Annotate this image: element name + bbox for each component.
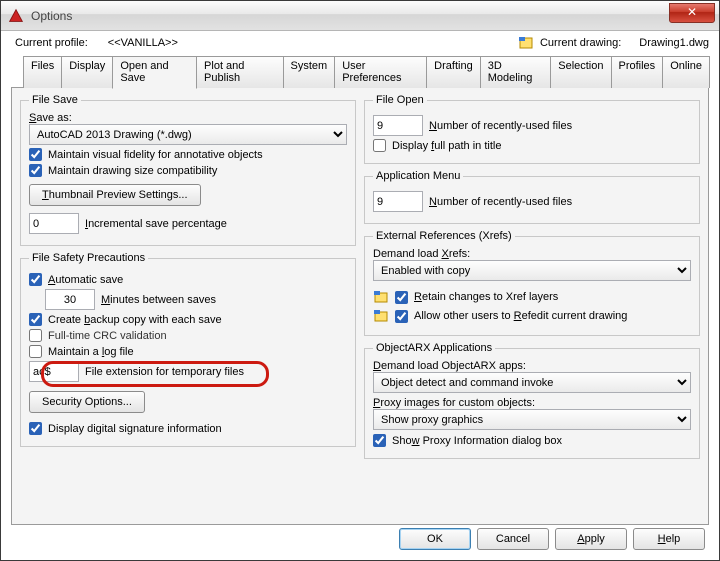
app-logo-icon (7, 7, 25, 25)
proxy-images-label: Proxy images for custom objects: (373, 397, 691, 409)
incremental-save-input[interactable] (29, 213, 79, 234)
current-profile-label: Current profile: (15, 37, 88, 49)
demand-load-xrefs-select[interactable]: Enabled with copy (373, 260, 691, 281)
demand-load-arx-select[interactable]: Object detect and command invoke (373, 372, 691, 393)
proxy-images-select[interactable]: Show proxy graphics (373, 409, 691, 430)
file-open-group: File Open Number of recently-used files … (364, 94, 700, 164)
layers-icon (373, 289, 389, 305)
external-references-legend: External References (Xrefs) (373, 230, 515, 242)
file-save-group: File Save Save as: AutoCAD 2013 Drawing … (20, 94, 356, 246)
display-digsig-label: Display digital signature information (48, 423, 222, 435)
profile-bar: Current profile: <<VANILLA>> Current dra… (1, 31, 719, 53)
thumbnail-preview-button[interactable]: Thumbnail Preview Settings... (29, 184, 201, 206)
incremental-save-label: Incremental save percentage (85, 218, 227, 230)
options-dialog: Options ✕ Current profile: <<VANILLA>> C… (0, 0, 720, 561)
drawing-icon (518, 35, 534, 51)
security-options-button[interactable]: Security Options... (29, 391, 145, 413)
close-button[interactable]: ✕ (669, 3, 715, 23)
tab-plot-and-publish[interactable]: Plot and Publish (196, 56, 283, 88)
maintain-visual-label: Maintain visual fidelity for annotative … (48, 149, 263, 161)
help-button[interactable]: Help (633, 528, 705, 550)
maintain-visual-checkbox[interactable] (29, 148, 42, 161)
show-proxy-dialog-label: Show Proxy Information dialog box (392, 435, 562, 447)
tab-strip: Files Display Open and Save Plot and Pub… (23, 56, 709, 88)
allow-refedit-label: Allow other users to Refedit current dra… (414, 310, 627, 322)
left-column: File Save Save as: AutoCAD 2013 Drawing … (20, 94, 356, 518)
automatic-save-checkbox[interactable] (29, 273, 42, 286)
dialog-buttons: OK Cancel Apply Help (399, 528, 705, 550)
save-as-select[interactable]: AutoCAD 2013 Drawing (*.dwg) (29, 124, 347, 145)
apply-button[interactable]: Apply (555, 528, 627, 550)
file-safety-group: File Safety Precautions Automatic save M… (20, 252, 356, 447)
objectarx-legend: ObjectARX Applications (373, 342, 495, 354)
tab-selection[interactable]: Selection (550, 56, 611, 88)
tab-user-preferences[interactable]: User Preferences (334, 56, 427, 88)
right-column: File Open Number of recently-used files … (364, 94, 700, 518)
temp-file-ext-input[interactable] (29, 361, 79, 382)
objectarx-group: ObjectARX Applications Demand load Objec… (364, 342, 700, 459)
retain-xref-layers-label: Retain changes to Xref layers (414, 291, 558, 303)
file-open-legend: File Open (373, 94, 427, 106)
ok-button[interactable]: OK (399, 528, 471, 550)
appmenu-recent-label: Number of recently-used files (429, 196, 572, 208)
retain-xref-layers-checkbox[interactable] (395, 291, 408, 304)
recent-files-input[interactable] (373, 115, 423, 136)
external-references-group: External References (Xrefs) Demand load … (364, 230, 700, 336)
tab-3d-modeling[interactable]: 3D Modeling (480, 56, 552, 88)
crc-validation-checkbox[interactable] (29, 329, 42, 342)
crc-validation-label: Full-time CRC validation (48, 330, 167, 342)
temp-file-ext-label: File extension for temporary files (85, 366, 244, 378)
tab-display[interactable]: Display (61, 56, 113, 88)
demand-load-xrefs-label: Demand load Xrefs: (373, 248, 691, 260)
maintain-size-checkbox[interactable] (29, 164, 42, 177)
tab-drafting[interactable]: Drafting (426, 56, 481, 88)
application-menu-group: Application Menu Number of recently-used… (364, 170, 700, 224)
tab-open-and-save[interactable]: Open and Save (112, 56, 197, 89)
show-proxy-dialog-checkbox[interactable] (373, 434, 386, 447)
tab-online[interactable]: Online (662, 56, 710, 88)
current-drawing-value: Drawing1.dwg (639, 37, 709, 49)
current-drawing-label: Current drawing: (540, 37, 621, 49)
display-digsig-checkbox[interactable] (29, 422, 42, 435)
appmenu-recent-input[interactable] (373, 191, 423, 212)
tab-profiles[interactable]: Profiles (611, 56, 664, 88)
display-full-path-label: Display full path in title (392, 140, 501, 152)
maintain-size-label: Maintain drawing size compatibility (48, 165, 217, 177)
refedit-icon (373, 308, 389, 324)
maintain-log-checkbox[interactable] (29, 345, 42, 358)
minutes-between-saves-label: Minutes between saves (101, 294, 216, 306)
current-profile-value: <<VANILLA>> (108, 37, 178, 49)
maintain-log-label: Maintain a log file (48, 346, 134, 358)
create-backup-checkbox[interactable] (29, 313, 42, 326)
tab-content: File Save Save as: AutoCAD 2013 Drawing … (11, 87, 709, 525)
window-title: Options (31, 9, 669, 23)
save-as-label: Save as: (29, 112, 72, 124)
minutes-between-saves-input[interactable] (45, 289, 95, 310)
demand-load-arx-label: Demand load ObjectARX apps: (373, 360, 691, 372)
automatic-save-label: Automatic save (48, 274, 123, 286)
tab-system[interactable]: System (283, 56, 336, 88)
create-backup-label: Create backup copy with each save (48, 314, 222, 326)
recent-files-label: Number of recently-used files (429, 120, 572, 132)
tab-files[interactable]: Files (23, 56, 62, 88)
allow-refedit-checkbox[interactable] (395, 310, 408, 323)
titlebar: Options ✕ (1, 1, 719, 31)
file-safety-legend: File Safety Precautions (29, 252, 148, 264)
file-save-legend: File Save (29, 94, 81, 106)
application-menu-legend: Application Menu (373, 170, 463, 182)
display-full-path-checkbox[interactable] (373, 139, 386, 152)
cancel-button[interactable]: Cancel (477, 528, 549, 550)
